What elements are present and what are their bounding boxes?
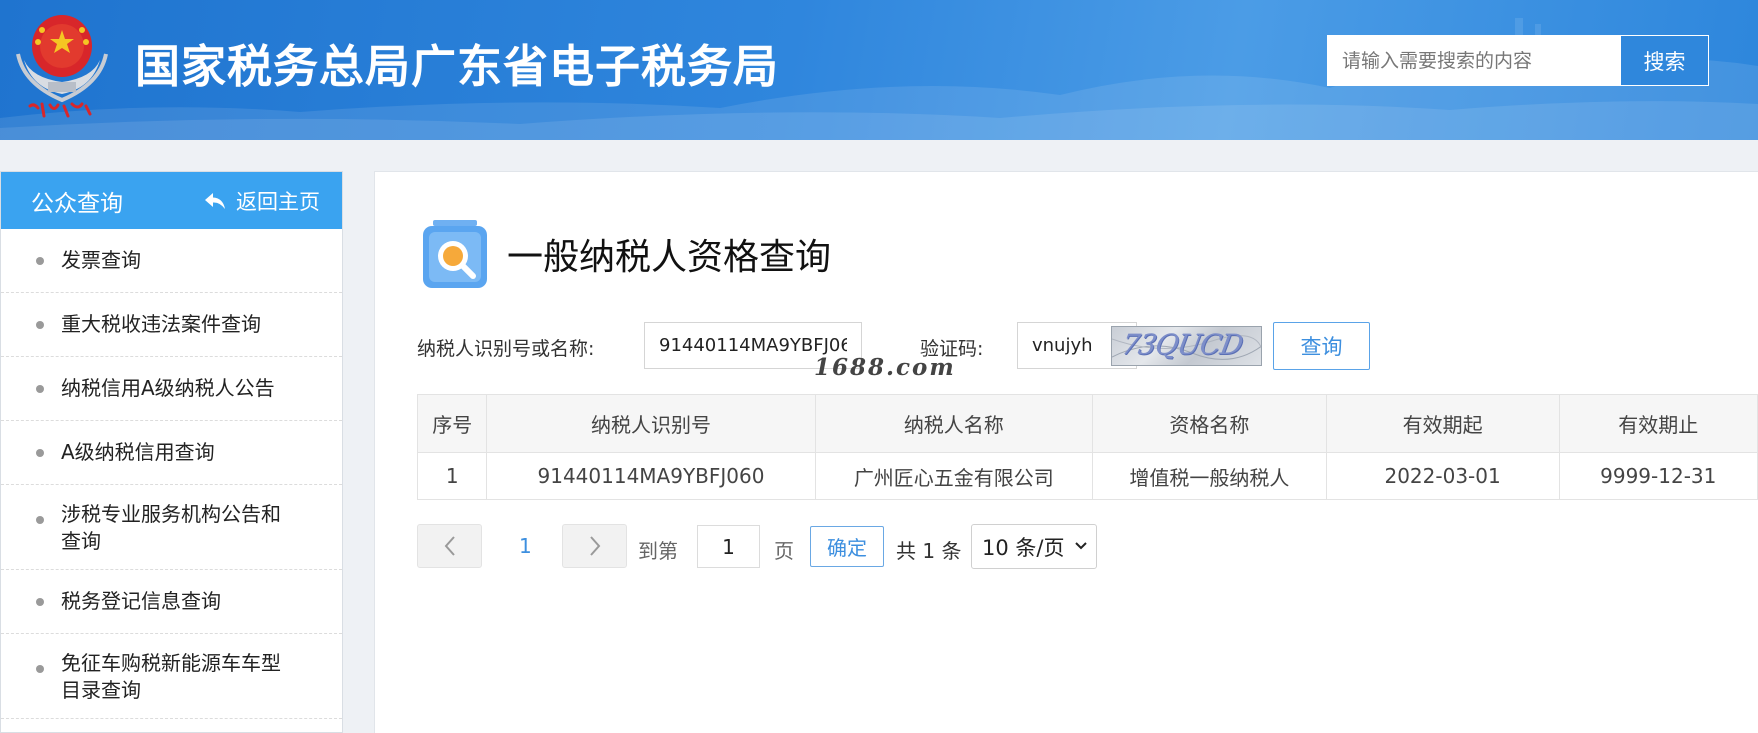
query-form: 纳税人识别号或名称: 验证码: 73QUCD 查询: [417, 322, 1717, 372]
search-document-icon: [423, 220, 487, 288]
sidebar-item-tax-service-agencies[interactable]: 涉税专业服务机构公告和 查询: [1, 485, 342, 570]
sidebar-menu: 发票查询 重大税收违法案件查询 纳税信用A级纳税人公告 A级纳税信用查询 涉税专…: [1, 229, 342, 719]
bullet-dot: [36, 597, 44, 606]
sidebar: 公众查询 返回主页 发票查询 重大税收违法案件查询 纳税信用A级纳税人公告 A级…: [0, 171, 343, 733]
table-header-row: 序号 纳税人识别号 纳税人名称 资格名称 有效期起 有效期止: [416, 394, 1758, 453]
chevron-left-icon: [444, 536, 455, 556]
search-box: 搜索: [1327, 35, 1709, 86]
captcha-image[interactable]: 73QUCD: [1111, 326, 1262, 366]
result-table: 序号 纳税人识别号 纳税人名称 资格名称 有效期起 有效期止 1 9144011…: [416, 394, 1758, 500]
sidebar-item-label-line2: 目录查询: [61, 678, 141, 702]
bullet-dot: [36, 665, 44, 673]
column-header: 序号: [416, 394, 488, 453]
table-cell: 1: [416, 452, 488, 500]
sidebar-item-label: 发票查询: [61, 248, 141, 272]
captcha-text: 73QUCD: [1119, 328, 1245, 361]
table-cell: 广州匠心五金有限公司: [814, 452, 1094, 500]
table-cell: 9999-12-31: [1558, 452, 1758, 500]
table-cell: 91440114MA9YBFJ060: [486, 452, 816, 500]
page-size-value: 10 条/页: [982, 535, 1065, 560]
column-header: 有效期止: [1558, 394, 1758, 453]
bullet-dot: [36, 384, 44, 393]
query-button[interactable]: 查询: [1273, 322, 1370, 370]
sidebar-item-label-line1: 涉税专业服务机构公告和: [61, 502, 281, 526]
page-title: 一般纳税人资格查询: [507, 237, 832, 278]
page-unit-label: 页: [774, 539, 794, 563]
search-button[interactable]: 搜索: [1620, 36, 1708, 85]
sidebar-item-ev-exemption-catalog[interactable]: 免征车购税新能源车车型 目录查询: [1, 634, 342, 719]
column-header: 纳税人识别号: [486, 394, 816, 453]
sidebar-item-label-line1: 免征车购税新能源车车型: [61, 651, 281, 675]
taxpayer-id-label: 纳税人识别号或名称:: [417, 338, 595, 360]
sidebar-item-label: A级纳税信用查询: [61, 440, 215, 464]
sidebar-item-label: 免征车购税新能源车车型 目录查询: [61, 650, 281, 704]
bullet-dot: [36, 448, 44, 457]
sidebar-item-a-level-credit-query[interactable]: A级纳税信用查询: [1, 421, 342, 485]
watermark-text: 1688.com: [814, 354, 956, 381]
sidebar-title: 公众查询: [31, 190, 123, 217]
column-header: 资格名称: [1092, 394, 1327, 453]
sidebar-item-invoice-query[interactable]: 发票查询: [1, 229, 342, 293]
chevron-down-icon: [1075, 542, 1087, 550]
back-home-label: 返回主页: [236, 189, 320, 214]
site-header: 国家税务总局广东省电子税务局 搜索: [0, 0, 1758, 140]
back-home-link[interactable]: 返回主页: [204, 186, 320, 216]
sidebar-item-label-line2: 查询: [61, 529, 101, 553]
sidebar-item-label: 纳税信用A级纳税人公告: [61, 376, 275, 400]
site-title: 国家税务总局广东省电子税务局: [135, 40, 780, 93]
page-heading: 一般纳税人资格查询: [421, 218, 831, 290]
column-header: 有效期起: [1325, 394, 1560, 453]
table-cell: 2022-03-01: [1325, 452, 1560, 500]
goto-label: 到第: [638, 539, 678, 563]
search-input[interactable]: [1328, 36, 1620, 85]
column-header: 纳税人名称: [814, 394, 1094, 453]
table-row: 1 91440114MA9YBFJ060 广州匠心五金有限公司 增值税一般纳税人…: [416, 452, 1758, 500]
sidebar-item-label: 重大税收违法案件查询: [61, 312, 261, 336]
bullet-dot: [36, 256, 44, 265]
next-page-button[interactable]: [562, 524, 627, 568]
goto-page-input[interactable]: [697, 525, 760, 568]
tax-emblem-logo: [16, 15, 108, 118]
bullet-dot: [36, 320, 44, 329]
prev-page-button[interactable]: [417, 524, 482, 568]
sidebar-item-label: 涉税专业服务机构公告和 查询: [61, 501, 281, 555]
page-size-select[interactable]: 10 条/页: [971, 524, 1097, 569]
sidebar-item-tax-violation-cases[interactable]: 重大税收违法案件查询: [1, 293, 342, 357]
sidebar-header: 公众查询 返回主页: [1, 172, 342, 229]
table-cell: 增值税一般纳税人: [1092, 452, 1327, 500]
page-number-current[interactable]: 1: [519, 534, 532, 558]
reply-arrow-icon: [205, 192, 225, 209]
main-panel: 一般纳税人资格查询 纳税人识别号或名称: 验证码: 73QUCD 查询 序号 纳…: [374, 171, 1758, 733]
total-count: 共 1 条: [896, 539, 962, 563]
sidebar-item-a-level-announcement[interactable]: 纳税信用A级纳税人公告: [1, 357, 342, 421]
chevron-right-icon: [589, 536, 600, 556]
pagination: 1 到第 页 确定 共 1 条 10 条/页: [417, 524, 1117, 570]
sidebar-item-label: 税务登记信息查询: [61, 589, 221, 613]
bullet-dot: [36, 516, 44, 524]
sidebar-item-tax-registration-query[interactable]: 税务登记信息查询: [1, 570, 342, 634]
goto-confirm-button[interactable]: 确定: [810, 526, 884, 567]
